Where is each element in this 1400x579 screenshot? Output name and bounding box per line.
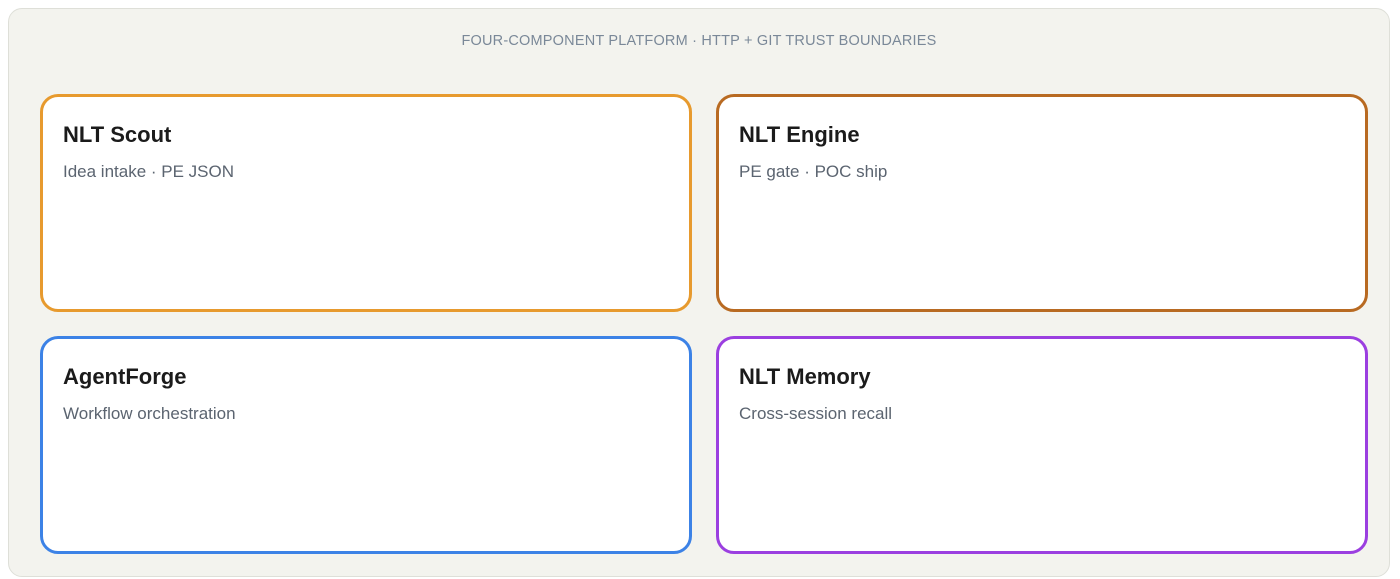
- component-description: Cross-session recall: [739, 404, 893, 423]
- component-name: NLT Scout: [63, 122, 172, 147]
- component-card-nlt-memory: NLT Memory Cross-session recall: [716, 336, 1368, 554]
- component-description: Idea intake · PE JSON: [63, 162, 235, 181]
- component-description: PE gate · POC ship: [739, 162, 888, 181]
- component-card-agentforge: AgentForge Workflow orchestration: [40, 336, 692, 554]
- diagram-title: FOUR-COMPONENT PLATFORM · HTTP + GIT TRU…: [461, 33, 937, 49]
- component-name: AgentForge: [63, 364, 187, 389]
- component-card-nlt-scout: NLT Scout Idea intake · PE JSON: [40, 94, 692, 312]
- component-card-nlt-engine: NLT Engine PE gate · POC ship: [716, 94, 1368, 312]
- platform-diagram-panel: FOUR-COMPONENT PLATFORM · HTTP + GIT TRU…: [8, 8, 1390, 577]
- component-description: Workflow orchestration: [63, 404, 236, 423]
- component-name: NLT Engine: [739, 122, 860, 147]
- component-name: NLT Memory: [739, 364, 871, 389]
